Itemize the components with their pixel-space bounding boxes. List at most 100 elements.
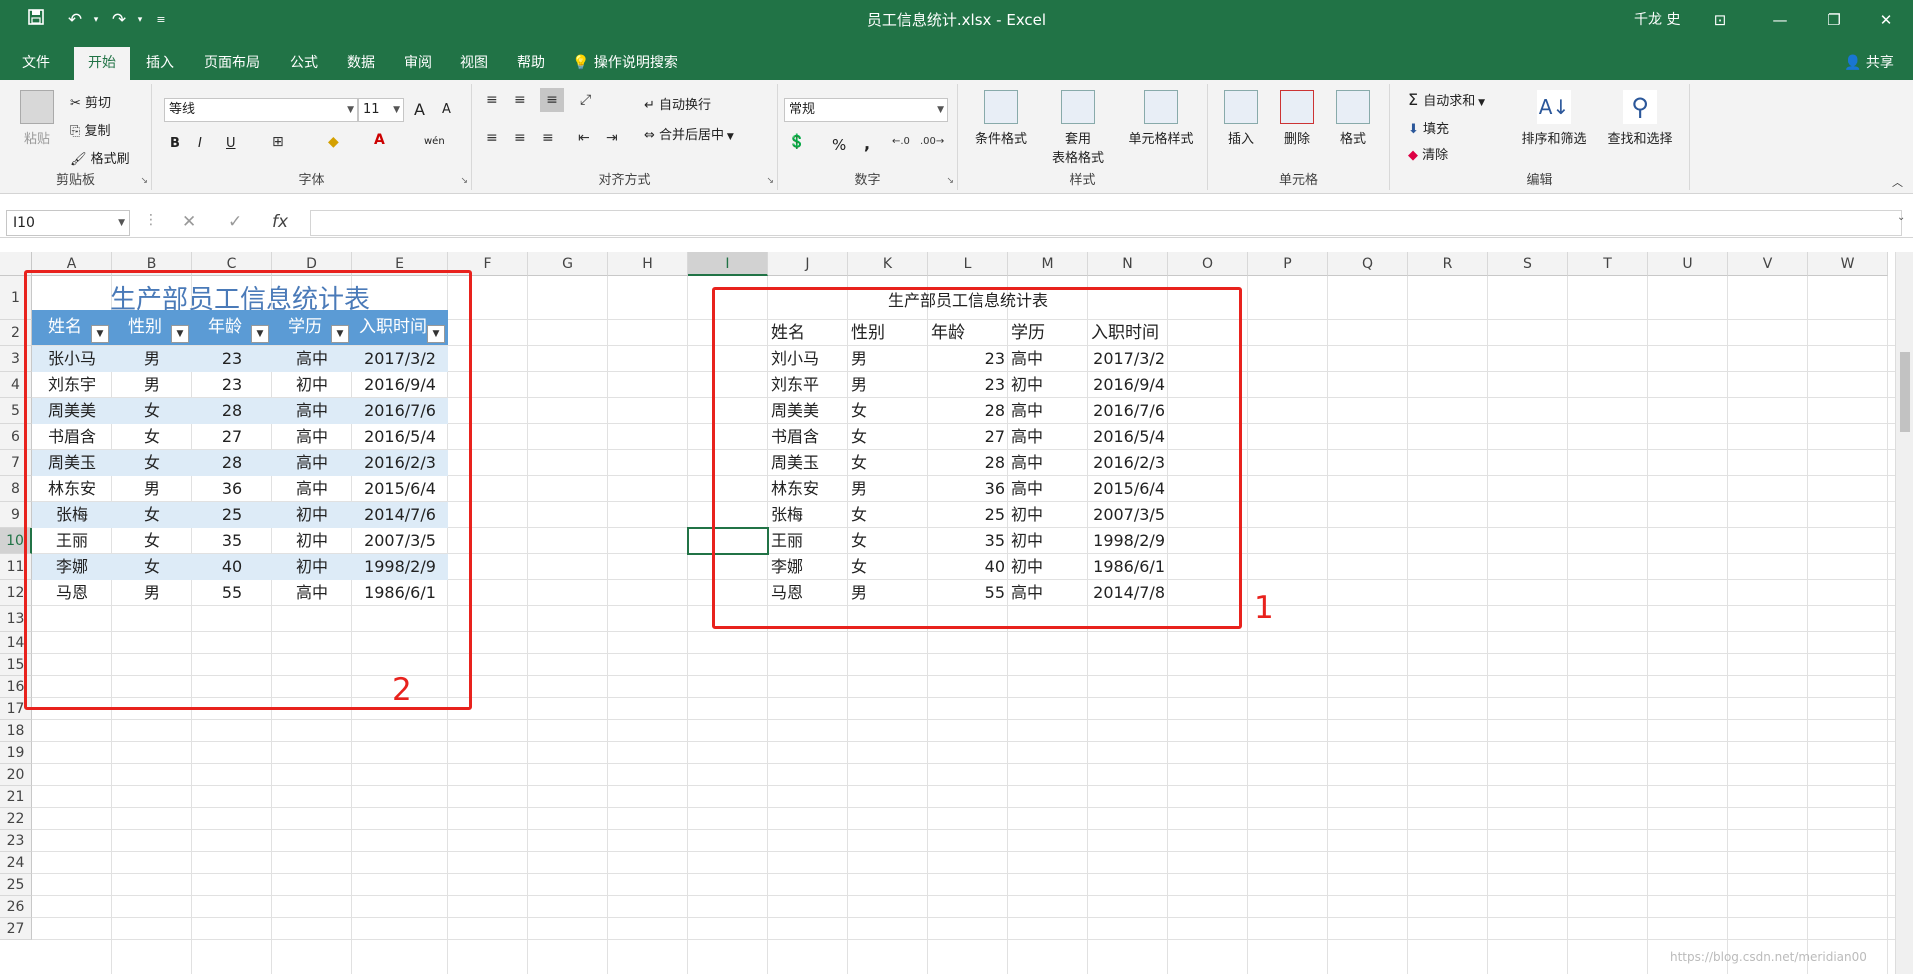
minimize-icon[interactable]: — bbox=[1760, 6, 1800, 34]
column-header-w[interactable]: W bbox=[1808, 252, 1888, 276]
column-header-v[interactable]: V bbox=[1728, 252, 1808, 276]
fill-button[interactable]: ⬇ 填充 bbox=[1408, 118, 1449, 137]
restore-icon[interactable]: ❐ bbox=[1814, 6, 1854, 34]
row-header-23[interactable]: 23 bbox=[0, 830, 32, 852]
row-header-25[interactable]: 25 bbox=[0, 874, 32, 896]
autosum-button[interactable]: Σ 自动求和 ▼ bbox=[1408, 90, 1485, 109]
comma-button[interactable]: , bbox=[864, 134, 870, 153]
column-header-q[interactable]: Q bbox=[1328, 252, 1408, 276]
decrease-indent-icon[interactable]: ⇤ bbox=[578, 130, 590, 146]
currency-icon[interactable]: 💲 bbox=[788, 134, 805, 150]
align-right-icon[interactable]: ≡ bbox=[542, 130, 554, 146]
row-header-24[interactable]: 24 bbox=[0, 852, 32, 874]
border-icon[interactable]: ⊞ bbox=[272, 134, 284, 150]
conditional-format-button[interactable]: 条件格式 bbox=[964, 90, 1038, 147]
font-size-combo[interactable]: 11 ▼ bbox=[358, 98, 404, 122]
find-select-button[interactable]: ⚲ 查找和选择 bbox=[1598, 90, 1682, 147]
cancel-icon[interactable]: ✕ bbox=[182, 212, 196, 232]
format-as-table-button[interactable]: 套用 表格格式 bbox=[1038, 90, 1118, 166]
number-launcher-icon[interactable]: ↘ bbox=[946, 176, 954, 186]
column-header-j[interactable]: J bbox=[768, 252, 848, 276]
row-header-27[interactable]: 27 bbox=[0, 918, 32, 940]
tab-file[interactable]: 文件 bbox=[10, 47, 62, 80]
tab-data[interactable]: 数据 bbox=[337, 47, 385, 80]
user-name[interactable]: 千龙 史 bbox=[1634, 9, 1680, 29]
column-header-t[interactable]: T bbox=[1568, 252, 1648, 276]
scroll-thumb[interactable] bbox=[1900, 352, 1910, 432]
formula-input[interactable] bbox=[310, 210, 1902, 236]
underline-button[interactable]: U bbox=[226, 136, 236, 151]
column-header-l[interactable]: L bbox=[928, 252, 1008, 276]
column-header-n[interactable]: N bbox=[1088, 252, 1168, 276]
copy-button[interactable]: ⎘ 复制 bbox=[70, 120, 111, 139]
format-painter-button[interactable]: 🖌 格式刷 bbox=[70, 148, 130, 167]
increase-decimal-icon[interactable]: ←.0 bbox=[892, 136, 910, 147]
italic-button[interactable]: I bbox=[198, 136, 202, 151]
tab-help[interactable]: 帮助 bbox=[507, 47, 555, 80]
row-header-26[interactable]: 26 bbox=[0, 896, 32, 918]
align-center-icon[interactable]: ≡ bbox=[514, 130, 526, 146]
format-cells-button[interactable]: 格式 bbox=[1326, 90, 1380, 147]
bold-button[interactable]: B bbox=[170, 136, 180, 151]
grow-font-button[interactable]: A bbox=[414, 100, 425, 119]
column-header-s[interactable]: S bbox=[1488, 252, 1568, 276]
tab-insert[interactable]: 插入 bbox=[136, 47, 184, 80]
name-box[interactable]: I10 ▼ bbox=[6, 210, 130, 236]
delete-cells-button[interactable]: 删除 bbox=[1270, 90, 1324, 147]
paste-button[interactable]: 粘贴 bbox=[12, 90, 62, 147]
row-header-19[interactable]: 19 bbox=[0, 742, 32, 764]
ribbon-display-icon[interactable]: ⊡ bbox=[1700, 6, 1740, 34]
font-color-icon[interactable]: A bbox=[374, 132, 385, 148]
align-left-icon[interactable]: ≡ bbox=[486, 130, 498, 146]
row-header-18[interactable]: 18 bbox=[0, 720, 32, 742]
tab-review[interactable]: 审阅 bbox=[394, 47, 442, 80]
insert-cells-button[interactable]: 插入 bbox=[1214, 90, 1268, 147]
tab-formulas[interactable]: 公式 bbox=[280, 47, 328, 80]
number-format-combo[interactable]: 常规 ▼ bbox=[784, 98, 948, 122]
phonetic-button[interactable]: wén bbox=[424, 136, 445, 147]
align-bottom-icon[interactable]: ≡ bbox=[540, 88, 564, 112]
tab-page-layout[interactable]: 页面布局 bbox=[194, 47, 270, 80]
clear-button[interactable]: ◆ 清除 bbox=[1408, 144, 1448, 163]
font-launcher-icon[interactable]: ↘ bbox=[460, 176, 468, 186]
column-header-i[interactable]: I bbox=[688, 252, 768, 276]
column-header-p[interactable]: P bbox=[1248, 252, 1328, 276]
column-header-g[interactable]: G bbox=[528, 252, 608, 276]
increase-indent-icon[interactable]: ⇥ bbox=[606, 130, 618, 146]
align-top-icon[interactable]: ≡ bbox=[486, 92, 498, 108]
share-button[interactable]: 👤 共享 bbox=[1844, 52, 1894, 72]
column-header-u[interactable]: U bbox=[1648, 252, 1728, 276]
row-header-20[interactable]: 20 bbox=[0, 764, 32, 786]
column-header-h[interactable]: H bbox=[608, 252, 688, 276]
merge-center-button[interactable]: ⇔ 合并后居中 ▼ bbox=[644, 124, 734, 143]
orientation-icon[interactable]: ⤢ bbox=[580, 92, 591, 108]
fill-color-icon[interactable]: ◆ bbox=[328, 134, 339, 150]
row-header-21[interactable]: 21 bbox=[0, 786, 32, 808]
tell-me-search[interactable]: 💡 操作说明搜索 bbox=[572, 52, 678, 72]
close-icon[interactable]: ✕ bbox=[1866, 6, 1906, 34]
insert-function-icon[interactable]: fx bbox=[272, 212, 288, 232]
tab-view[interactable]: 视图 bbox=[450, 47, 498, 80]
shrink-font-button[interactable]: A bbox=[442, 102, 451, 117]
sort-filter-button[interactable]: A↓ 排序和筛选 bbox=[1512, 90, 1596, 147]
percent-button[interactable]: % bbox=[832, 136, 846, 154]
decrease-decimal-icon[interactable]: .00→ bbox=[920, 136, 944, 147]
tab-home[interactable]: 开始 bbox=[74, 47, 130, 80]
collapse-ribbon-icon[interactable]: ︿ bbox=[1892, 174, 1903, 190]
confirm-icon[interactable]: ✓ bbox=[228, 212, 242, 232]
vertical-scrollbar[interactable] bbox=[1895, 252, 1913, 974]
column-header-o[interactable]: O bbox=[1168, 252, 1248, 276]
font-name-combo[interactable]: 等线 ▼ bbox=[164, 98, 358, 122]
cut-button[interactable]: ✂ 剪切 bbox=[70, 92, 111, 111]
column-header-r[interactable]: R bbox=[1408, 252, 1488, 276]
alignment-launcher-icon[interactable]: ↘ bbox=[766, 176, 774, 186]
align-middle-icon[interactable]: ≡ bbox=[514, 92, 526, 108]
clipboard-launcher-icon[interactable]: ↘ bbox=[140, 176, 148, 186]
wrap-text-button[interactable]: ↵ 自动换行 bbox=[644, 94, 711, 113]
row-header-22[interactable]: 22 bbox=[0, 808, 32, 830]
column-header-k[interactable]: K bbox=[848, 252, 928, 276]
expand-formula-icon[interactable]: ⌄ bbox=[1897, 212, 1905, 223]
column-header-m[interactable]: M bbox=[1008, 252, 1088, 276]
worksheet-grid[interactable]: A B C D E F G H I J K L M N O P Q R S T U V W 1 2 3 4 5 6 7 8 9 10 11 12 13… bbox=[0, 252, 1895, 974]
cell-styles-button[interactable]: 单元格样式 bbox=[1118, 90, 1204, 147]
